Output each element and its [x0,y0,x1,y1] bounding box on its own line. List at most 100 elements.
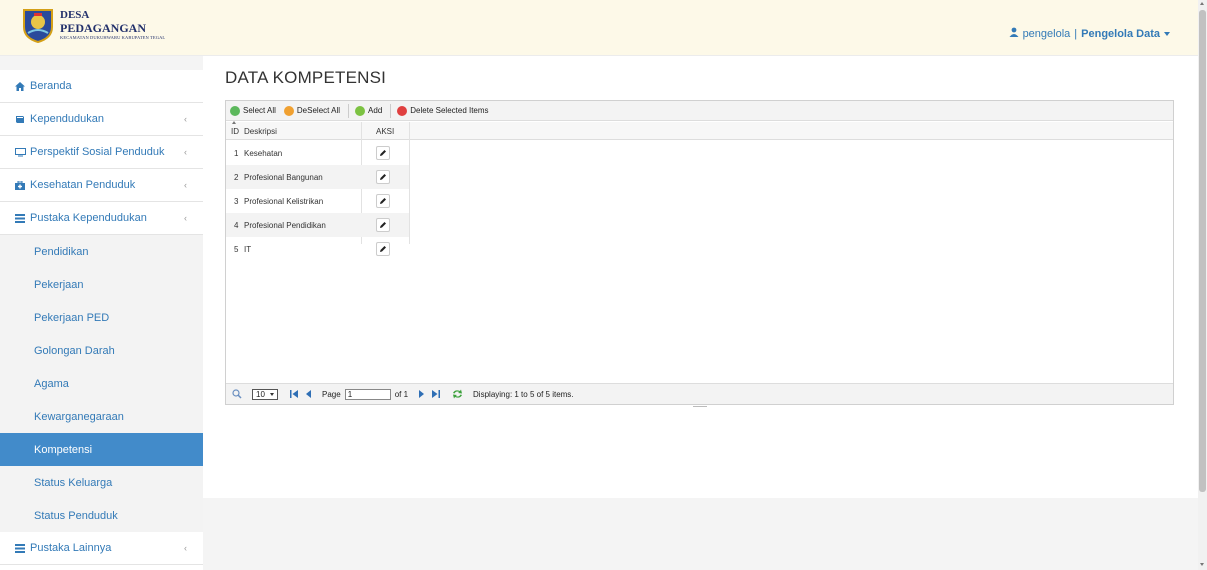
sidebar-subitem-kewarganegaraan[interactable]: Kewarganegaraan [0,400,203,433]
grid-toolbar: Select All DeSelect All Add Delete Selec… [226,101,1173,121]
refresh-icon[interactable] [452,389,463,399]
sidebar-subitem-agama[interactable]: Agama [0,367,203,400]
column-divider [409,122,410,244]
pencil-icon [380,222,386,228]
table-row[interactable]: 2 Profesional Bangunan [226,165,409,189]
table-row[interactable]: 4 Profesional Pendidikan [226,213,409,237]
pencil-icon [380,150,386,156]
cell-deskripsi: Profesional Kelistrikan [244,196,324,206]
cell-aksi [376,237,390,261]
sidebar-item-perspektif-sosial[interactable]: Perspektif Sosial Penduduk ‹ [0,136,203,169]
add-label: Add [368,106,383,115]
chevron-left-icon: ‹ [184,213,187,223]
toolbar-divider [348,103,350,118]
book-icon [14,115,26,124]
page-scrollbar[interactable] [1198,0,1207,570]
page-size-value: 10 [256,389,265,399]
check-circle-icon [230,105,240,116]
deselect-all-button[interactable]: DeSelect All [283,105,340,116]
user-separator: | [1074,27,1078,40]
shield-logo-icon [22,7,54,44]
cell-id: 3 [234,196,239,206]
select-all-button[interactable]: Select All [230,105,276,116]
edit-button[interactable] [376,146,390,160]
column-header-label: ID [231,126,239,136]
sidebar-item-beranda[interactable]: Beranda [0,70,203,103]
sidebar-item-label: Kependudukan [30,113,105,125]
page-label: Page [322,389,341,399]
user-menu[interactable]: pengelola | Pengelola Data [1009,27,1170,40]
edit-button[interactable] [376,218,390,232]
delete-selected-button[interactable]: Delete Selected Items [397,105,489,116]
sidebar-item-pustaka-lainnya[interactable]: Pustaka Lainnya ‹ [0,532,203,565]
top-header: DESA PEDAGANGAN KECAMATAN DUKUHWARU KABU… [0,0,1198,56]
cell-aksi [376,189,390,213]
page-title: DATA KOMPETENSI [225,68,387,87]
page-number-input[interactable]: 1 [344,388,391,400]
logo-line1: DESA [60,8,90,21]
edit-button[interactable] [376,170,390,184]
chevron-left-icon: ‹ [184,147,187,157]
logo-line2: PEDAGANGAN [60,20,146,35]
search-icon[interactable] [232,389,242,399]
sidebar-item-kependudukan[interactable]: Kependudukan ‹ [0,103,203,136]
page-size-select[interactable]: 10 [252,388,278,400]
last-page-icon[interactable] [431,390,441,398]
sidebar-item-label: Beranda [30,80,72,92]
user-icon [1009,27,1019,40]
column-header-id[interactable]: ID [231,121,243,140]
column-header-aksi[interactable]: AKSI [376,122,394,140]
column-header-label: Deskripsi [244,126,277,136]
scroll-down-icon[interactable] [1200,563,1204,566]
column-header-label: AKSI [376,126,395,136]
edit-button[interactable] [376,194,390,208]
add-icon [355,105,366,116]
site-logo[interactable]: DESA PEDAGANGAN KECAMATAN DUKUHWARU KABU… [22,5,165,45]
chevron-down-icon [1164,31,1170,36]
cell-aksi [376,165,390,189]
select-all-label: Select All [243,106,276,115]
deselect-icon [283,105,294,116]
cell-deskripsi: Profesional Bangunan [244,172,323,182]
cell-id: 4 [234,220,239,230]
column-header-deskripsi[interactable]: Deskripsi [244,122,277,140]
next-page-icon[interactable] [418,390,425,398]
scroll-thumb[interactable] [1199,10,1206,492]
sort-asc-icon [232,121,236,124]
sidebar-subitem-kompetensi[interactable]: Kompetensi [0,433,203,466]
toolbar-divider [390,103,392,118]
sidebar: Beranda Kependudukan ‹ Perspektif Sosial… [0,70,203,570]
sidebar-subitem-pekerjaan-ped[interactable]: Pekerjaan PED [0,301,203,334]
table-row[interactable]: 3 Profesional Kelistrikan [226,189,409,213]
sidebar-item-label: Kesehatan Penduduk [30,179,136,191]
table-row[interactable]: 5 IT [226,237,409,261]
sidebar-subitem-pendidikan[interactable]: Pendidikan [0,235,203,268]
medkit-icon [14,180,26,190]
delete-selected-label: Delete Selected Items [410,106,489,115]
cell-id: 1 [234,148,239,158]
pencil-icon [380,246,386,252]
edit-button[interactable] [376,242,390,256]
monitor-icon [14,147,26,157]
scroll-up-icon[interactable] [1200,2,1204,5]
cell-deskripsi: IT [244,244,252,254]
sidebar-subitem-status-keluarga[interactable]: Status Keluarga [0,466,203,499]
grid-pager: 10 Page 1 of 1 Displaying: 1 to 5 of 5 i… [226,383,1173,407]
sidebar-subitem-golongan-darah[interactable]: Golongan Darah [0,334,203,367]
cell-aksi [376,213,390,237]
sidebar-item-kesehatan-penduduk[interactable]: Kesehatan Penduduk ‹ [0,169,203,202]
first-page-icon[interactable] [290,390,299,398]
cell-aksi [376,141,390,165]
sidebar-item-label: Pustaka Lainnya [30,542,112,554]
sidebar-item-label: Perspektif Sosial Penduduk [30,146,165,158]
sidebar-subitem-pekerjaan[interactable]: Pekerjaan [0,268,203,301]
grid-resize-handle[interactable] [693,406,707,407]
cell-id: 2 [234,172,239,182]
home-icon [14,81,26,91]
prev-page-icon[interactable] [306,390,312,398]
add-button[interactable]: Add [355,105,383,116]
sidebar-item-pustaka-kependudukan[interactable]: Pustaka Kependudukan ‹ [0,202,203,235]
data-grid: Select All DeSelect All Add Delete Selec… [225,100,1174,407]
table-row[interactable]: 1 Kesehatan [226,141,409,165]
sidebar-subitem-status-penduduk[interactable]: Status Penduduk [0,499,203,532]
